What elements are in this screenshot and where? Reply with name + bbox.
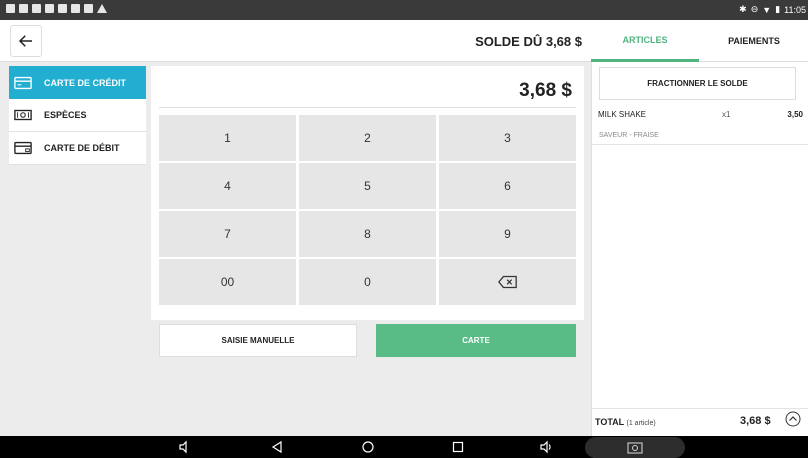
backspace-icon	[497, 275, 517, 289]
credit-card-icon	[9, 76, 37, 90]
method-label: CARTE DE DÉBIT	[44, 143, 120, 153]
debit-card-icon	[9, 141, 37, 155]
amount-display: 3,68 $	[519, 80, 572, 101]
payment-methods-list: CARTE DE CRÉDIT ESPÈCES CARTE DE DÉBIT	[9, 66, 146, 165]
divider	[592, 144, 808, 145]
back-button[interactable]	[10, 25, 42, 57]
dnd-icon: ⊖	[750, 4, 759, 14]
key-6[interactable]: 6	[439, 163, 576, 209]
card-button[interactable]: CARTE	[376, 324, 576, 357]
method-cash[interactable]: ESPÈCES	[9, 99, 146, 132]
tab-payments[interactable]: PAIEMENTS	[700, 20, 808, 62]
notification-icon	[71, 4, 80, 13]
battery-icon: ▮	[775, 4, 781, 14]
status-bar: ✱ ⊖ ▼ ▮ 11:05	[0, 0, 808, 20]
key-8[interactable]: 8	[299, 211, 436, 257]
total-label: TOTAL (1 article)	[595, 417, 656, 427]
key-1[interactable]: 1	[159, 115, 296, 161]
screenshot-pill[interactable]	[585, 437, 685, 458]
item-qty: x1	[722, 110, 731, 119]
key-9[interactable]: 9	[439, 211, 576, 257]
order-panel: FRACTIONNER LE SOLDE MILK SHAKE x1 3,50 …	[591, 62, 808, 436]
notification-icons	[6, 4, 107, 13]
split-balance-button[interactable]: FRACTIONNER LE SOLDE	[599, 67, 796, 100]
screenshot-icon	[627, 442, 643, 454]
divider	[592, 408, 808, 409]
balance-due-title: SOLDE DÛ 3,68 $	[475, 34, 582, 49]
notification-icon	[58, 4, 67, 13]
volume-up-icon[interactable]	[540, 440, 554, 454]
arrow-left-icon	[18, 35, 32, 47]
item-modifier: SAVEUR - FRAISE	[599, 132, 659, 139]
notification-icon	[84, 4, 93, 13]
total-value: 3,68 $	[740, 415, 771, 427]
method-debit-card[interactable]: CARTE DE DÉBIT	[9, 132, 146, 165]
chevron-up-icon[interactable]	[785, 411, 801, 427]
key-5[interactable]: 5	[299, 163, 436, 209]
navigation-bar	[0, 436, 808, 458]
clock: 11:05	[784, 4, 806, 15]
method-credit-card[interactable]: CARTE DE CRÉDIT	[9, 66, 146, 99]
item-name: MILK SHAKE	[598, 110, 647, 119]
notification-icon	[19, 4, 28, 13]
notification-icon	[6, 4, 15, 13]
warning-icon	[97, 4, 107, 13]
wifi-icon: ▼	[762, 4, 772, 15]
key-3[interactable]: 3	[439, 115, 576, 161]
method-label: ESPÈCES	[44, 110, 87, 120]
system-icons: ✱ ⊖ ▼ ▮ 11:05	[739, 4, 806, 15]
recents-icon[interactable]	[451, 440, 465, 454]
cash-icon	[9, 108, 37, 122]
bluetooth-icon: ✱	[739, 4, 747, 14]
divider	[159, 107, 576, 108]
volume-down-icon[interactable]	[178, 440, 192, 454]
back-nav-icon[interactable]	[270, 440, 284, 454]
key-7[interactable]: 7	[159, 211, 296, 257]
notification-icon	[32, 4, 41, 13]
key-00[interactable]: 00	[159, 259, 296, 305]
keypad-panel: 3,68 $ 1 2 3 4 5 6 7 8 9 00 0	[151, 66, 584, 320]
total-text: TOTAL	[595, 417, 624, 427]
total-count: (1 article)	[626, 420, 656, 427]
method-label: CARTE DE CRÉDIT	[44, 77, 127, 88]
key-2[interactable]: 2	[299, 115, 436, 161]
item-price: 3,50	[787, 110, 803, 119]
list-item[interactable]: MILK SHAKE x1 3,50	[592, 106, 808, 124]
manual-entry-button[interactable]: SAISIE MANUELLE	[159, 324, 357, 357]
keypad: 1 2 3 4 5 6 7 8 9 00 0	[159, 115, 578, 305]
header: SOLDE DÛ 3,68 $ ARTICLES PAIEMENTS	[0, 20, 808, 62]
key-4[interactable]: 4	[159, 163, 296, 209]
notification-icon	[45, 4, 54, 13]
tab-articles[interactable]: ARTICLES	[591, 20, 699, 62]
backspace-key[interactable]	[439, 259, 576, 305]
key-0[interactable]: 0	[299, 259, 436, 305]
home-icon[interactable]	[361, 440, 375, 454]
